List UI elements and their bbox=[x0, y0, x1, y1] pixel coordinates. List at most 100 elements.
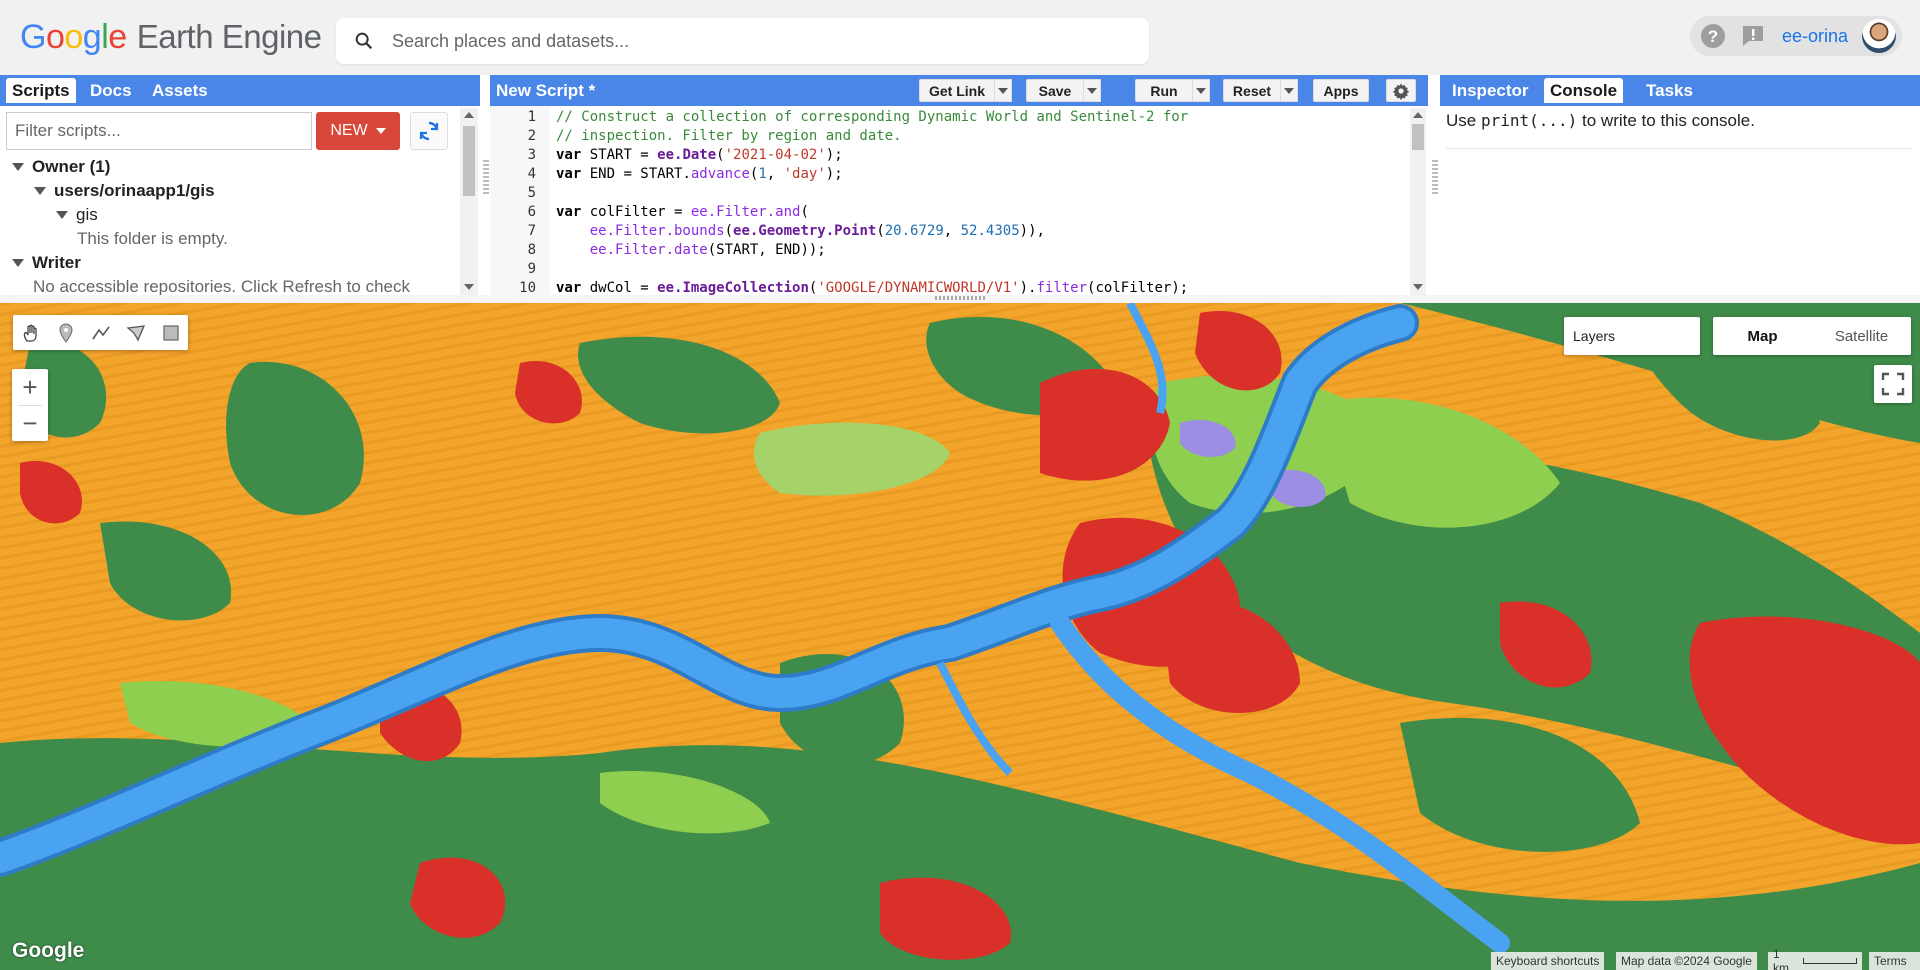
fullscreen-icon bbox=[1881, 372, 1905, 396]
tree-writer[interactable]: Writer bbox=[12, 251, 81, 275]
top-header: Google Earth Engine ? ee-orina bbox=[0, 0, 1920, 75]
resize-grip-icon[interactable] bbox=[935, 296, 985, 300]
layers-button[interactable]: Layers bbox=[1564, 317, 1700, 355]
editor-scrollbar[interactable] bbox=[1410, 108, 1426, 295]
rectangle-icon[interactable] bbox=[153, 315, 188, 350]
scripts-panel: Scripts Docs Assets NEW Owner (1) users/… bbox=[0, 75, 480, 296]
filter-scripts-input[interactable] bbox=[6, 112, 312, 150]
expand-triangle-icon bbox=[12, 163, 24, 171]
map-view[interactable]: + − Layers Map Satellite Google Keyboard… bbox=[0, 303, 1920, 970]
drawing-toolbar bbox=[13, 315, 188, 350]
terms-link[interactable]: Terms bbox=[1869, 952, 1920, 970]
run-dropdown[interactable] bbox=[1192, 79, 1210, 102]
search-input[interactable] bbox=[392, 30, 1112, 52]
console-divider bbox=[1446, 148, 1912, 149]
dropdown-arrow-icon bbox=[998, 87, 1008, 94]
empty-folder-note: This folder is empty. bbox=[77, 229, 228, 248]
help-icon[interactable]: ? bbox=[1696, 19, 1730, 53]
apps-button[interactable]: Apps bbox=[1313, 79, 1369, 102]
scroll-up-icon[interactable] bbox=[464, 112, 474, 118]
dropdown-arrow-icon bbox=[1196, 87, 1206, 94]
gear-icon bbox=[1392, 83, 1410, 100]
code-line[interactable]: var END = START.advance(1, 'day'); bbox=[556, 165, 843, 184]
right-divider-handle[interactable] bbox=[1432, 160, 1438, 196]
code-line[interactable]: var dwCol = ee.ImageCollection('GOOGLE/D… bbox=[556, 279, 1188, 295]
editor-toolbar: New Script * Get Link Save Run Reset App… bbox=[490, 75, 1428, 106]
scripts-scrollbar[interactable] bbox=[460, 108, 478, 295]
dropdown-arrow-icon bbox=[1087, 87, 1097, 94]
zoom-control: + − bbox=[12, 369, 48, 441]
map-type-satellite-button[interactable]: Satellite bbox=[1812, 317, 1911, 355]
point-marker-icon[interactable] bbox=[48, 315, 83, 350]
keyboard-shortcuts-link[interactable]: Keyboard shortcuts bbox=[1491, 952, 1605, 970]
map-type-toggle: Map Satellite bbox=[1713, 317, 1911, 355]
feedback-icon[interactable] bbox=[1736, 19, 1770, 53]
search-icon bbox=[336, 30, 392, 52]
run-button[interactable]: Run bbox=[1135, 79, 1193, 102]
reset-dropdown[interactable] bbox=[1280, 79, 1298, 102]
scale-bar[interactable]: 1 km bbox=[1768, 947, 1862, 970]
scale-line bbox=[1803, 958, 1857, 964]
save-button[interactable]: Save bbox=[1026, 79, 1084, 102]
account-area: ? ee-orina bbox=[1690, 16, 1902, 56]
zoom-in-button[interactable]: + bbox=[12, 369, 48, 405]
map-resize-bar[interactable] bbox=[0, 295, 1920, 303]
tree-repo[interactable]: users/orinaapp1/gis bbox=[34, 179, 215, 203]
tree-owner[interactable]: Owner (1) bbox=[12, 155, 110, 179]
code-line[interactable]: // inspection. Filter by region and date… bbox=[556, 127, 902, 146]
map-type-map-button[interactable]: Map bbox=[1713, 317, 1812, 355]
script-title[interactable]: New Script * bbox=[490, 78, 601, 103]
refresh-icon bbox=[419, 121, 439, 141]
code-area[interactable]: 1// Construct a collection of correspond… bbox=[490, 106, 1408, 295]
right-tab-bar: Inspector Console Tasks bbox=[1440, 75, 1920, 106]
avatar[interactable] bbox=[1862, 19, 1897, 53]
left-divider-handle[interactable] bbox=[483, 160, 489, 196]
tab-assets[interactable]: Assets bbox=[146, 78, 214, 103]
console-hint: Use print(...) to write to this console. bbox=[1446, 111, 1755, 130]
expand-triangle-icon bbox=[56, 211, 68, 219]
tab-docs[interactable]: Docs bbox=[84, 78, 138, 103]
code-line[interactable]: // Construct a collection of correspondi… bbox=[556, 108, 1188, 127]
tree-folder[interactable]: gis bbox=[56, 203, 98, 227]
product-name: Earth Engine bbox=[136, 18, 322, 55]
tab-scripts[interactable]: Scripts bbox=[6, 78, 76, 103]
svg-text:?: ? bbox=[1708, 27, 1718, 46]
new-button[interactable]: NEW bbox=[316, 112, 400, 150]
zoom-out-button[interactable]: − bbox=[12, 405, 48, 441]
get-link-dropdown[interactable] bbox=[994, 79, 1012, 102]
reset-button[interactable]: Reset bbox=[1223, 79, 1281, 102]
save-dropdown[interactable] bbox=[1083, 79, 1101, 102]
scroll-down-icon[interactable] bbox=[464, 284, 474, 290]
expand-triangle-icon bbox=[34, 187, 46, 195]
project-name[interactable]: ee-orina bbox=[1782, 26, 1848, 47]
tab-inspector[interactable]: Inspector bbox=[1446, 78, 1535, 103]
code-line[interactable]: var colFilter = ee.Filter.and( bbox=[556, 203, 809, 222]
dropdown-arrow-icon bbox=[375, 128, 386, 134]
earth-engine-logo[interactable]: Google Earth Engine bbox=[20, 18, 322, 57]
editor-settings-button[interactable] bbox=[1386, 79, 1416, 102]
get-link-button[interactable]: Get Link bbox=[919, 79, 995, 102]
code-line[interactable]: ee.Filter.bounds(ee.Geometry.Point(20.67… bbox=[556, 222, 1045, 241]
code-line[interactable]: ee.Filter.date(START, END)); bbox=[556, 241, 826, 260]
polygon-icon[interactable] bbox=[118, 315, 153, 350]
left-tab-bar: Scripts Docs Assets bbox=[0, 75, 480, 106]
line-icon[interactable] bbox=[83, 315, 118, 350]
google-watermark: Google bbox=[12, 939, 85, 962]
refresh-button[interactable] bbox=[410, 112, 448, 150]
map-data-attribution: Map data ©2024 Google bbox=[1616, 952, 1757, 970]
expand-triangle-icon bbox=[12, 259, 24, 267]
scroll-up-icon[interactable] bbox=[1413, 112, 1423, 118]
code-line[interactable]: var START = ee.Date('2021-04-02'); bbox=[556, 146, 843, 165]
search-bar[interactable] bbox=[336, 18, 1149, 64]
code-editor-panel: New Script * Get Link Save Run Reset App… bbox=[490, 75, 1428, 295]
console-panel: Inspector Console Tasks Use print(...) t… bbox=[1440, 75, 1920, 295]
scroll-thumb[interactable] bbox=[463, 126, 475, 196]
dropdown-arrow-icon bbox=[1284, 87, 1294, 94]
scroll-down-icon[interactable] bbox=[1413, 284, 1423, 290]
land-cover-map bbox=[0, 303, 1920, 970]
tab-tasks[interactable]: Tasks bbox=[1640, 78, 1699, 103]
pan-hand-icon[interactable] bbox=[13, 315, 48, 350]
tab-console[interactable]: Console bbox=[1544, 78, 1624, 103]
scroll-thumb[interactable] bbox=[1412, 124, 1424, 150]
fullscreen-button[interactable] bbox=[1874, 365, 1912, 403]
